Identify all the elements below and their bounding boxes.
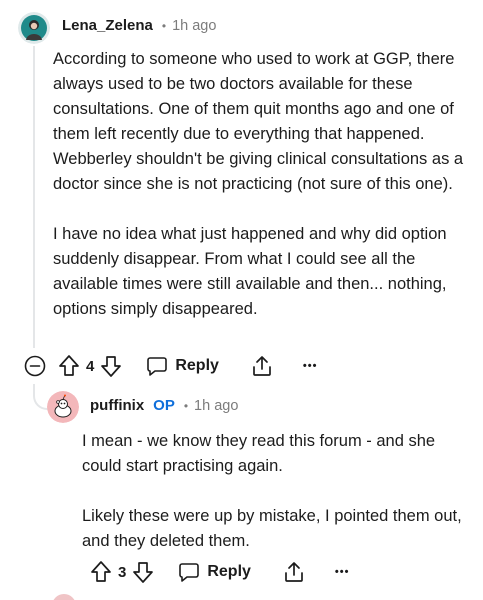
avatar[interactable] <box>18 12 50 44</box>
username[interactable]: puffinix <box>90 397 144 414</box>
reply-button[interactable]: Reply <box>178 561 251 583</box>
upvote-icon[interactable] <box>90 560 112 584</box>
comment-header: Lena_Zelena • 1h ago <box>62 17 216 34</box>
avatar[interactable] <box>47 391 79 423</box>
collapse-icon[interactable] <box>24 355 46 377</box>
more-options-icon[interactable]: ••• <box>303 360 318 372</box>
separator-dot: • <box>161 18 167 33</box>
reply-paragraph: Likely these were up by mistake, I point… <box>82 507 462 550</box>
reply-label: Reply <box>175 357 219 374</box>
timestamp: 1h ago <box>172 17 217 34</box>
reply-button[interactable]: Reply <box>146 355 219 377</box>
comment-actions: 4 Reply ••• <box>24 354 317 378</box>
op-badge: OP <box>153 397 175 414</box>
username[interactable]: Lena_Zelena <box>62 17 153 34</box>
reply-header: puffinix OP • 1h ago <box>90 397 238 414</box>
thread-line <box>33 46 35 348</box>
upvote-icon[interactable] <box>58 354 80 378</box>
vote-count: 3 <box>118 563 127 581</box>
timestamp: 1h ago <box>194 397 239 414</box>
reply-body: I mean - we know they read this forum - … <box>82 429 462 554</box>
more-options-icon[interactable]: ••• <box>335 566 350 578</box>
reply-label: Reply <box>207 563 251 580</box>
comment-bubble-icon <box>146 355 168 377</box>
vote-count: 4 <box>86 357 95 375</box>
separator-dot: • <box>183 398 189 413</box>
downvote-icon[interactable] <box>100 354 122 378</box>
reply-paragraph: I mean - we know they read this forum - … <box>82 432 436 475</box>
comment-bubble-icon <box>178 561 200 583</box>
share-icon[interactable] <box>251 354 273 378</box>
avatar[interactable] <box>52 594 76 600</box>
comment-paragraph: According to someone who used to work at… <box>53 50 464 193</box>
comment-paragraph: I have no idea what just happened and wh… <box>53 225 447 318</box>
share-icon[interactable] <box>283 560 305 584</box>
downvote-icon[interactable] <box>132 560 154 584</box>
comment-body: According to someone who used to work at… <box>53 47 471 322</box>
reply-actions: 3 Reply ••• <box>90 560 349 584</box>
